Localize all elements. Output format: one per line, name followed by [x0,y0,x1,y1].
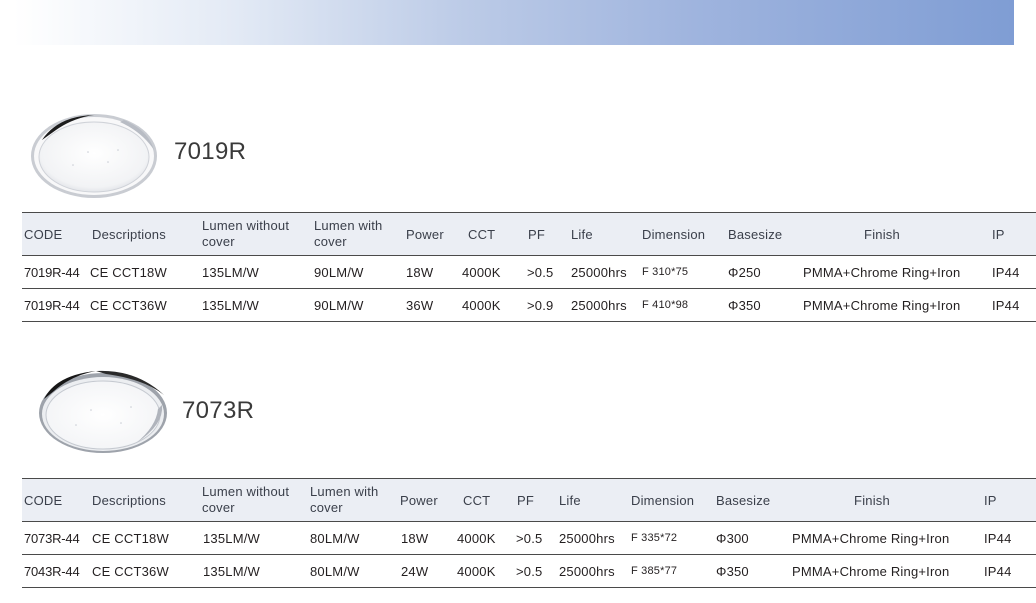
header-lumen-with-cover: Lumen with cover [314,218,383,249]
cell-dimension: F 310*75 [642,266,689,278]
cell-pf: >0.9 [527,297,554,313]
table-header-row: CODE Descriptions Lumen without cover Lu… [22,212,1036,256]
header-pf: PF [517,492,535,508]
header-lumen-with-cover: Lumen with cover [310,484,379,515]
cell-cct: 4000K [462,297,501,313]
cell-ip: IP44 [984,563,1012,579]
header-life: Life [571,226,593,242]
cell-dimension: F 385*77 [631,565,678,577]
cell-power: 18W [406,264,434,280]
header-dimension: Dimension [631,492,695,508]
cell-life: 25000hrs [559,563,615,579]
cell-life: 25000hrs [571,264,627,280]
header-lumen-without-cover: Lumen without cover [202,218,290,249]
cell-life: 25000hrs [571,297,627,313]
table-row: 7019R-44 CE CCT36W 135LM/W 90LM/W 36W 40… [22,289,1036,322]
cell-pf: >0.5 [516,530,543,546]
cell-base-size: Φ350 [728,297,761,313]
cell-description: CE CCT18W [92,530,169,546]
header-power: Power [400,492,438,508]
cell-base-size: Φ300 [716,530,749,546]
header-base-size: Basesize [728,226,783,242]
cell-power: 18W [401,530,429,546]
header-dimension: Dimension [642,226,706,242]
table-row: 7043R-44 CE CCT36W 135LM/W 80LM/W 24W 40… [22,555,1036,588]
table-header-row: CODE Descriptions Lumen without cover Lu… [22,478,1036,522]
header-cct: CCT [468,226,496,242]
header-finish: Finish [854,492,890,508]
header-pf: PF [528,226,546,242]
ceiling-light-image [39,370,167,453]
cell-code: 7019R-44 [24,264,80,280]
cell-base-size: Φ250 [728,264,761,280]
header-ip: IP [984,492,997,508]
header-descriptions: Descriptions [92,226,166,242]
cell-code: 7073R-44 [24,530,80,546]
header-code: CODE [24,492,63,508]
cell-life: 25000hrs [559,530,615,546]
cell-lumen-with: 80LM/W [310,563,360,579]
cell-lumen-without: 135LM/W [202,264,260,280]
cell-lumen-with: 90LM/W [314,297,364,313]
cell-pf: >0.5 [527,264,554,280]
cell-lumen-without: 135LM/W [203,530,261,546]
cell-cct: 4000K [457,563,496,579]
cell-code: 7019R-44 [24,297,80,313]
cell-pf: >0.5 [516,563,543,579]
spec-table: CODE Descriptions Lumen without cover Lu… [22,212,1036,322]
header-base-size: Basesize [716,492,771,508]
cell-finish: PMMA+Chrome Ring+Iron [792,530,950,546]
ceiling-light-image [31,114,157,198]
cell-finish: PMMA+Chrome Ring+Iron [803,297,961,313]
header-life: Life [559,492,581,508]
cell-finish: PMMA+Chrome Ring+Iron [803,264,961,280]
cell-cct: 4000K [457,530,496,546]
header-finish: Finish [864,226,900,242]
header-descriptions: Descriptions [92,492,166,508]
cell-power: 24W [401,563,429,579]
product-title: 7073R [182,397,255,424]
cell-finish: PMMA+Chrome Ring+Iron [792,563,950,579]
cell-lumen-without: 135LM/W [202,297,260,313]
cell-lumen-without: 135LM/W [203,563,261,579]
cell-lumen-with: 80LM/W [310,530,360,546]
cell-power: 36W [406,297,434,313]
cell-dimension: F 410*98 [642,299,689,311]
cell-lumen-with: 90LM/W [314,264,364,280]
header-cct: CCT [463,492,491,508]
cell-dimension: F 335*72 [631,532,678,544]
table-row: 7019R-44 CE CCT18W 135LM/W 90LM/W 18W 40… [22,256,1036,289]
cell-code: 7043R-44 [24,563,80,579]
cell-ip: IP44 [992,297,1020,313]
product-title: 7019R [174,138,247,165]
header-lumen-without-cover: Lumen without cover [202,484,290,515]
cell-description: CE CCT36W [92,563,169,579]
cell-ip: IP44 [984,530,1012,546]
cell-ip: IP44 [992,264,1020,280]
spec-table: CODE Descriptions Lumen without cover Lu… [22,478,1036,588]
cell-description: CE CCT36W [90,297,167,313]
table-row: 7073R-44 CE CCT18W 135LM/W 80LM/W 18W 40… [22,522,1036,555]
header-ip: IP [992,226,1005,242]
cell-base-size: Φ350 [716,563,749,579]
cell-description: CE CCT18W [90,264,167,280]
header-code: CODE [24,226,63,242]
header-gradient-banner [14,0,1014,45]
header-power: Power [406,226,444,242]
cell-cct: 4000K [462,264,501,280]
